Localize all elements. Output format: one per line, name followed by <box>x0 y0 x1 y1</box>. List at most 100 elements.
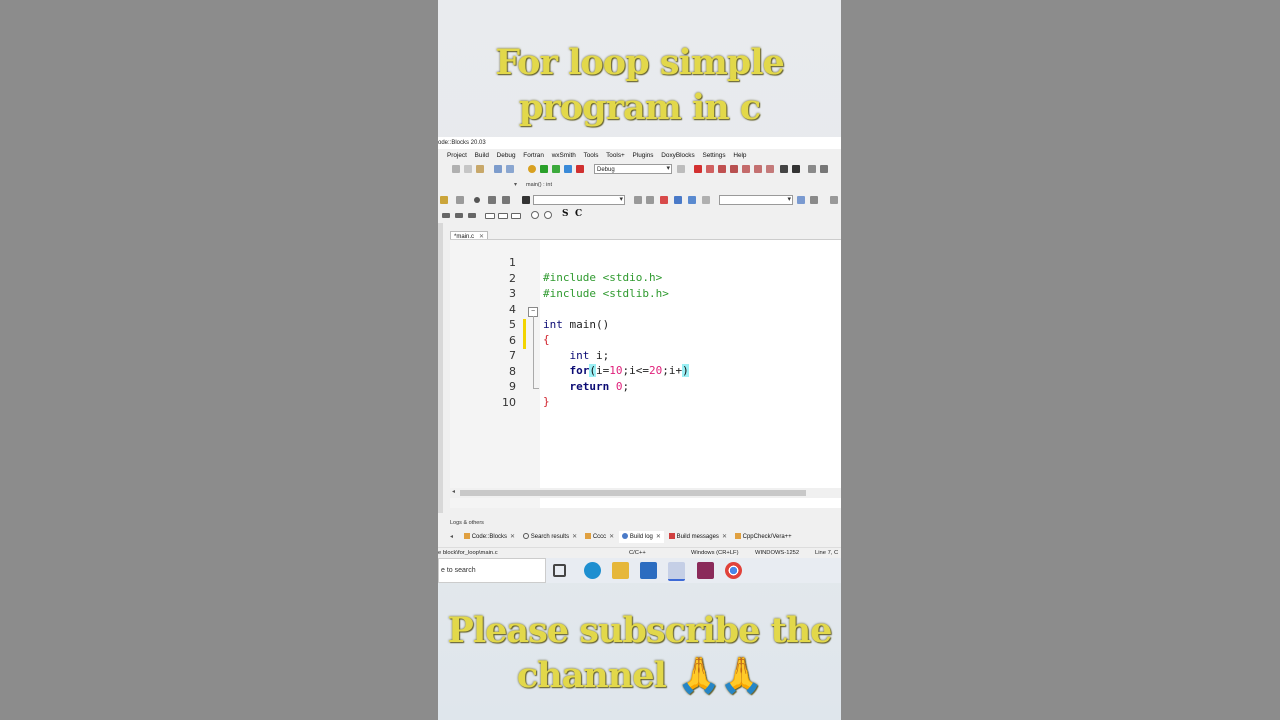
panel-6-icon[interactable] <box>511 213 521 219</box>
jump-back-icon[interactable] <box>440 196 448 204</box>
mail-icon[interactable] <box>640 562 657 579</box>
document-icon <box>584 533 591 539</box>
run-icon[interactable] <box>540 165 548 173</box>
find-icon[interactable] <box>494 165 502 173</box>
symbol-combo[interactable] <box>719 195 793 205</box>
tabs-scroll-left-icon[interactable]: ◂ <box>450 534 453 540</box>
target-options-icon[interactable] <box>677 165 685 173</box>
next-instruction-icon[interactable] <box>754 165 762 173</box>
next-line-icon[interactable] <box>718 165 726 173</box>
break-icon[interactable] <box>780 165 788 173</box>
menu-tools-plus[interactable]: Tools+ <box>606 152 625 159</box>
scope-bar: ▾ main() : int <box>438 180 841 190</box>
debug-start-icon[interactable] <box>694 165 702 173</box>
chrome-icon[interactable] <box>725 562 742 579</box>
menu-build[interactable]: Build <box>475 152 489 159</box>
menu-settings[interactable]: Settings <box>702 152 725 159</box>
close-icon[interactable]: ✕ <box>572 534 577 540</box>
info-icon[interactable] <box>820 165 828 173</box>
status-position: Line 7, C <box>815 550 839 556</box>
step-out-icon[interactable] <box>742 165 750 173</box>
back-icon[interactable] <box>830 196 838 204</box>
c-icon[interactable]: C <box>575 209 582 219</box>
paste-icon[interactable] <box>476 165 484 173</box>
status-path: e block\for_loop\main.c <box>438 550 498 556</box>
panel-5-icon[interactable] <box>498 213 508 219</box>
wrench-icon[interactable] <box>810 196 818 204</box>
top-caption-line1: For loop simple <box>495 42 785 83</box>
scrollbar-thumb[interactable] <box>460 490 806 496</box>
step-icon[interactable] <box>488 196 496 204</box>
menu-debug[interactable]: Debug <box>497 152 516 159</box>
menu-help[interactable]: Help <box>733 152 746 159</box>
stop-debugger-icon[interactable] <box>792 165 800 173</box>
status-bar: e block\for_loop\main.c C/C++ Windows (C… <box>438 547 841 558</box>
build-and-run-icon[interactable] <box>552 165 560 173</box>
winrar-icon[interactable] <box>697 562 714 579</box>
search-combo[interactable] <box>533 195 625 205</box>
run-to-cursor-icon[interactable] <box>706 165 714 173</box>
panel-2-icon[interactable] <box>455 213 463 218</box>
view-toolbar: S C <box>438 209 841 222</box>
select-icon[interactable] <box>674 196 682 204</box>
menu-wxsmith[interactable]: wxSmith <box>552 152 576 159</box>
mark-icon[interactable] <box>702 196 710 204</box>
code-editor[interactable]: − 1 #include <stdio.h> 2 #include <stdli… <box>450 239 841 508</box>
taskbar-search-box[interactable]: e to search <box>438 558 546 583</box>
build-gear-icon[interactable] <box>528 165 536 173</box>
replace-icon[interactable] <box>506 165 514 173</box>
scroll-left-icon[interactable]: ◂ <box>452 488 455 495</box>
close-icon[interactable]: ✕ <box>656 534 661 540</box>
menu-doxyblocks[interactable]: DoxyBlocks <box>661 152 694 159</box>
edge-icon[interactable] <box>584 562 601 579</box>
zoom-out-icon[interactable] <box>544 211 552 219</box>
code-line: 1 #include <stdio.h> <box>450 240 841 284</box>
zoom-search-icon[interactable] <box>797 196 805 204</box>
prev-icon[interactable] <box>634 196 642 204</box>
menu-tools[interactable]: Tools <box>584 152 599 159</box>
tab-cccc[interactable]: Cccc ✕ <box>582 531 617 543</box>
highlight-icon[interactable] <box>660 196 668 204</box>
task-view-icon[interactable] <box>553 564 566 577</box>
chevron-down-icon[interactable]: ▾ <box>514 180 517 190</box>
toggle-icon[interactable] <box>522 196 530 204</box>
debug-windows-icon[interactable] <box>808 165 816 173</box>
cut-icon[interactable] <box>452 165 460 173</box>
play-macro-icon[interactable] <box>502 196 510 204</box>
zoom-in-icon[interactable] <box>531 211 539 219</box>
close-icon[interactable]: ✕ <box>609 534 614 540</box>
marker-icon[interactable] <box>688 196 696 204</box>
panel-4-icon[interactable] <box>485 213 495 219</box>
copy-icon[interactable] <box>464 165 472 173</box>
management-pane-edge[interactable] <box>438 223 443 513</box>
menu-plugins[interactable]: Plugins <box>633 152 654 159</box>
code-line: 5 { <box>450 302 841 346</box>
tab-build-messages[interactable]: Build messages ✕ <box>666 531 730 543</box>
record-icon[interactable] <box>474 197 480 203</box>
window-title: ode::Blocks 20.03 <box>438 137 841 149</box>
file-explorer-icon[interactable] <box>612 562 629 579</box>
menu-project[interactable]: Project <box>447 152 467 159</box>
abort-icon[interactable] <box>576 165 584 173</box>
step-instruction-icon[interactable] <box>766 165 774 173</box>
bookmark-icon[interactable] <box>456 196 464 204</box>
build-target-select[interactable]: Debug <box>594 164 672 174</box>
rebuild-icon[interactable] <box>564 165 572 173</box>
panel-1-icon[interactable] <box>442 213 450 218</box>
tab-label: Cccc <box>592 534 607 540</box>
close-icon[interactable]: ✕ <box>510 534 515 540</box>
menu-fortran[interactable]: Fortran <box>523 152 544 159</box>
tab-label: CppCheck/Vera++ <box>742 534 792 540</box>
tab-codeblocks-log[interactable]: Code::Blocks ✕ <box>461 531 518 543</box>
next-icon[interactable] <box>646 196 654 204</box>
close-icon[interactable]: ✕ <box>722 534 727 540</box>
panel-3-icon[interactable] <box>468 213 476 218</box>
tab-build-log[interactable]: Build log ✕ <box>618 531 664 543</box>
codeblocks-taskbar-icon[interactable] <box>668 562 685 581</box>
s-icon[interactable]: S <box>562 209 569 219</box>
horizontal-scrollbar[interactable]: ◂ <box>450 488 841 498</box>
tab-search-results[interactable]: Search results ✕ <box>520 531 580 543</box>
step-into-icon[interactable] <box>730 165 738 173</box>
scope-value[interactable]: main() : int <box>526 180 552 190</box>
tab-cppcheck[interactable]: CppCheck/Vera++ <box>732 531 795 543</box>
